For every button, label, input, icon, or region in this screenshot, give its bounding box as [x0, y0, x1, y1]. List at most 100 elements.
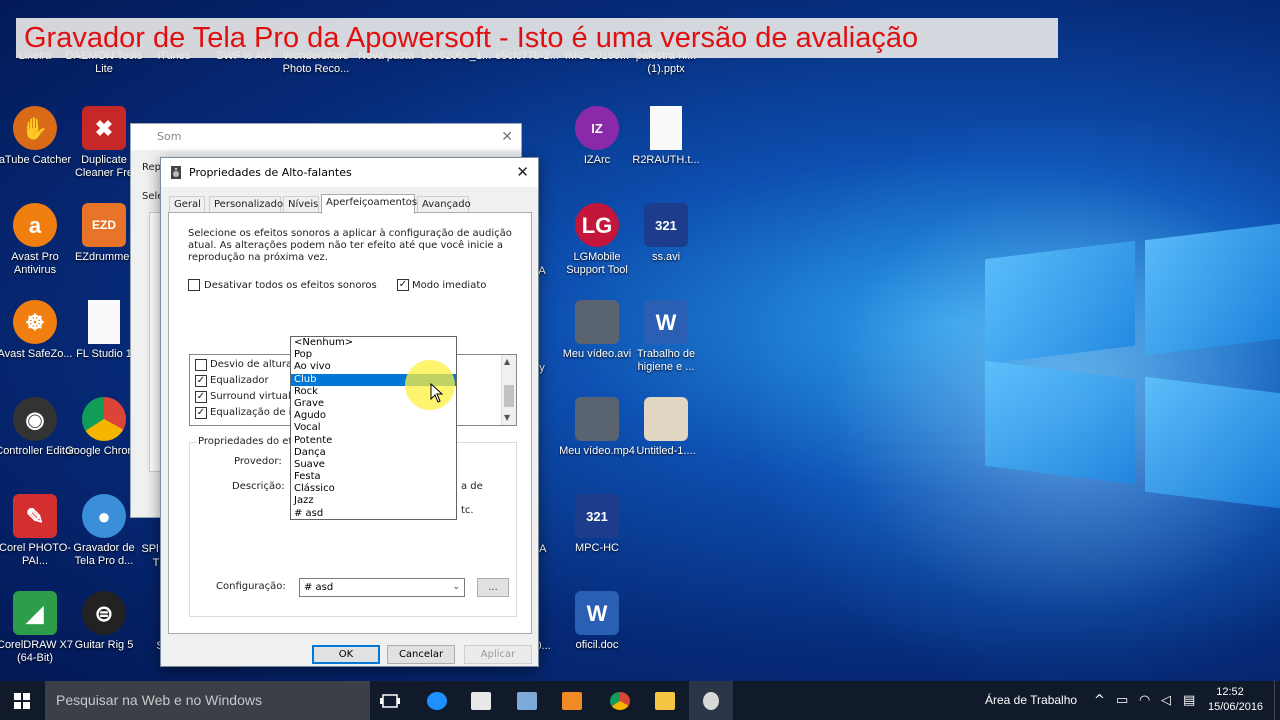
speaker-icon	[171, 166, 181, 179]
izarc-icon: IZ	[575, 106, 619, 150]
edge-icon	[427, 691, 447, 710]
speaker-icon	[703, 691, 719, 710]
notifications-icon[interactable]: ▤	[1183, 693, 1195, 708]
chevron-up-icon[interactable]: ^	[1094, 693, 1105, 708]
taskbar: Pesquisar na Web e no Windows Área de Tr…	[0, 681, 1280, 720]
power-icon[interactable]: ▭	[1116, 693, 1128, 708]
chrome-icon	[610, 691, 630, 710]
desktop-toolbar-label[interactable]: Área de Trabalho	[985, 681, 1077, 720]
avast-icon: a	[13, 203, 57, 247]
desktop-icon-untitled[interactable]: Untitled-1....	[624, 397, 708, 458]
scroll-down-icon[interactable]: ▼	[504, 413, 510, 422]
file-icon	[88, 300, 120, 344]
dropdown-option[interactable]: Dança	[291, 447, 456, 459]
tab-personalizado[interactable]: Personalizado	[209, 196, 283, 213]
dropdown-option[interactable]: Ao vivo	[291, 361, 456, 373]
dropdown-option[interactable]: Vocal	[291, 422, 456, 434]
dropdown-option[interactable]: # asd	[291, 508, 456, 520]
word-document-icon: W	[644, 300, 688, 344]
dropdown-option[interactable]: Potente	[291, 435, 456, 447]
word-document-icon: W	[575, 591, 619, 635]
effect-checkbox[interactable]: ✓	[195, 407, 207, 419]
icon-label: R2RAUTH.t...	[632, 154, 700, 166]
description-label: Descrição:	[232, 481, 285, 492]
sound-window-title: Som	[157, 130, 182, 143]
close-icon[interactable]: ✕	[516, 158, 529, 187]
text-file-icon	[650, 106, 682, 150]
dropdown-option[interactable]: Pop	[291, 349, 456, 361]
mpc-hc-icon: 321	[575, 494, 619, 538]
configuration-more-button[interactable]: ...	[477, 578, 509, 597]
tab-aperfeicoamentos[interactable]: Aperfeiçoamentos	[321, 194, 417, 214]
taskbar-app-monitor[interactable]	[505, 681, 549, 720]
wifi-icon[interactable]: ◠	[1139, 693, 1150, 708]
effect-checkbox[interactable]: ✓	[195, 391, 207, 403]
safezone-icon: ☸	[13, 300, 57, 344]
scroll-thumb[interactable]	[504, 385, 514, 407]
scroll-up-icon[interactable]: ▲	[504, 357, 510, 366]
description-fragment: tc.	[461, 505, 474, 516]
ezdrummer-icon: EZD	[82, 203, 126, 247]
dropdown-option[interactable]: Agudo	[291, 410, 456, 422]
icon-label: Untitled-1....	[636, 445, 696, 457]
tab-niveis[interactable]: Níveis	[283, 196, 319, 213]
desktop-icon-r2rauth[interactable]: R2RAUTH.t...	[624, 106, 708, 167]
sound-tab-fragment: Rep	[142, 162, 161, 173]
ok-button[interactable]: OK	[312, 645, 380, 664]
dropdown-option[interactable]: Festa	[291, 471, 456, 483]
show-desktop-button[interactable]	[1274, 681, 1280, 720]
recorder-icon: ●	[82, 494, 126, 538]
wallpaper-pane	[985, 240, 1135, 365]
windows-logo-icon	[14, 692, 30, 709]
clock-date: 15/06/2016	[1208, 701, 1264, 713]
wallpaper-pane	[1145, 223, 1280, 356]
taskbar-app-explorer[interactable]	[643, 681, 687, 720]
configuration-select[interactable]: # asd ⌄	[299, 578, 465, 597]
chrome-icon	[82, 397, 126, 441]
close-icon[interactable]: ✕	[501, 124, 513, 150]
dropdown-option[interactable]: Clássico	[291, 483, 456, 495]
effect-checkbox[interactable]: ✓	[195, 375, 207, 387]
image-file-icon	[644, 397, 688, 441]
taskbar-app-sound[interactable]	[689, 681, 733, 720]
video-file-icon	[575, 300, 619, 344]
dialog-titlebar[interactable]: Propriedades de Alto-falantes ✕	[161, 158, 538, 187]
dropdown-option[interactable]: Jazz	[291, 495, 456, 507]
mouse-cursor-icon	[430, 383, 444, 403]
desktop-icon-guitar-rig[interactable]: ⊜ Guitar Rig 5	[62, 591, 146, 652]
taskbar-search-box[interactable]: Pesquisar na Web e no Windows	[45, 681, 370, 720]
effects-scrollbar[interactable]: ▲ ▼	[501, 355, 516, 425]
atube-icon: ✋	[13, 106, 57, 150]
volume-icon[interactable]: ◁	[1161, 693, 1171, 708]
disable-all-checkbox[interactable]	[188, 279, 200, 291]
taskbar-clock[interactable]: 12:52 15/06/2016	[1208, 685, 1264, 715]
description-fragment: a de	[461, 481, 483, 492]
taskbar-app-chrome[interactable]	[598, 681, 642, 720]
configuration-dropdown-list[interactable]: <Nenhum> Pop Ao vivo Club Rock Grave Agu…	[290, 336, 457, 520]
sound-window-titlebar[interactable]: Som ✕	[131, 124, 521, 150]
effect-label: Equalizador	[210, 375, 269, 386]
taskbar-app-player[interactable]	[550, 681, 594, 720]
apply-button[interactable]: Aplicar	[464, 645, 532, 664]
icon-label: Trabalho de higiene e ...	[636, 348, 696, 373]
dropdown-option[interactable]: <Nenhum>	[291, 337, 456, 349]
tab-geral[interactable]: Geral	[169, 196, 205, 213]
clock-time: 12:52	[1216, 686, 1244, 698]
taskbar-app-store[interactable]	[459, 681, 503, 720]
store-icon	[471, 691, 491, 710]
configuration-value: # asd	[304, 582, 334, 593]
effect-label: Equalização de int	[210, 407, 302, 418]
start-button[interactable]	[0, 681, 44, 720]
desktop-icon-trabalho[interactable]: W Trabalho de higiene e ...	[624, 300, 708, 374]
cancel-button[interactable]: Cancelar	[387, 645, 455, 664]
tab-avancado[interactable]: Avançado	[417, 196, 471, 213]
trial-watermark: Gravador de Tela Pro da Apowersoft - Ist…	[16, 18, 1058, 58]
effect-checkbox[interactable]	[195, 359, 207, 371]
desktop-icon-ssavi[interactable]: 321 ss.avi	[624, 203, 708, 264]
icon-label: ss.avi	[651, 251, 681, 263]
taskbar-app-edge[interactable]	[415, 681, 459, 720]
task-view-button[interactable]	[368, 681, 412, 720]
controller-icon: ◉	[13, 397, 57, 441]
immediate-mode-checkbox[interactable]: ✓	[397, 279, 409, 291]
dropdown-option[interactable]: Suave	[291, 459, 456, 471]
